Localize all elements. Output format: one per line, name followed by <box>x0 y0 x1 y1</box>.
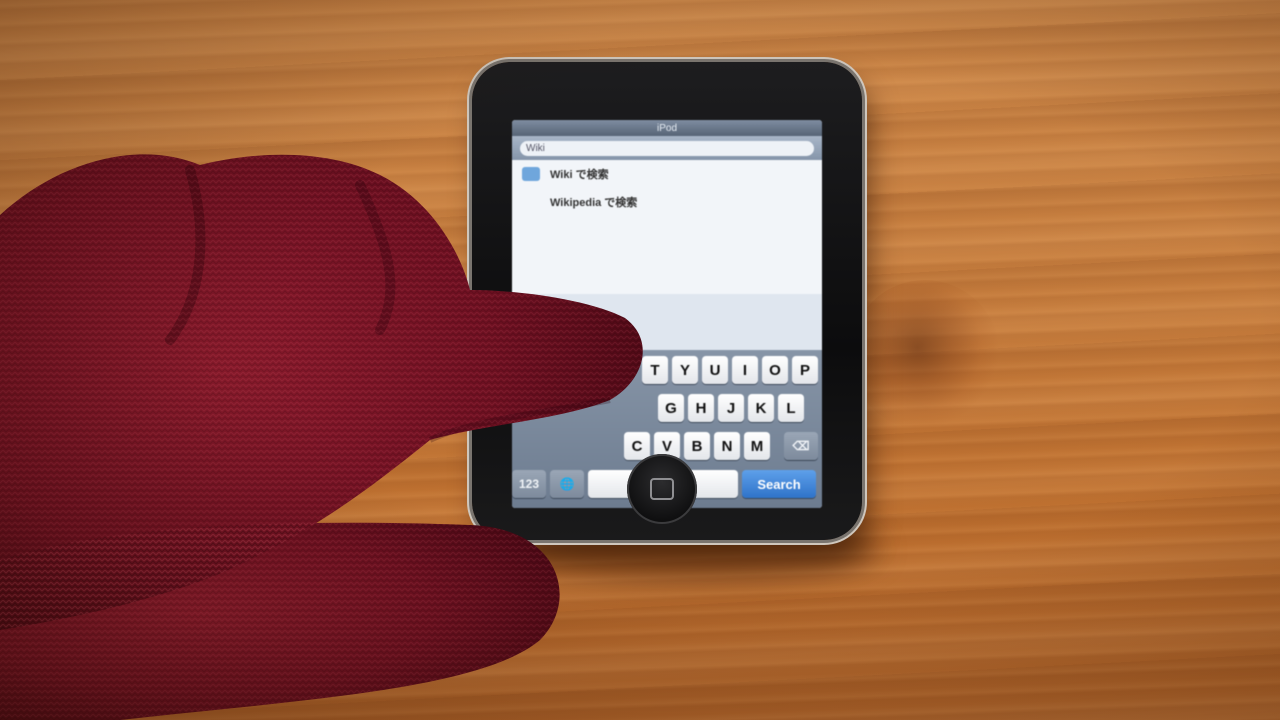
red-glove-hand <box>0 154 643 720</box>
photo-scene: iPod Wiki Wiki で検索 Wikipedia で検索 T Y U I… <box>0 0 1280 720</box>
